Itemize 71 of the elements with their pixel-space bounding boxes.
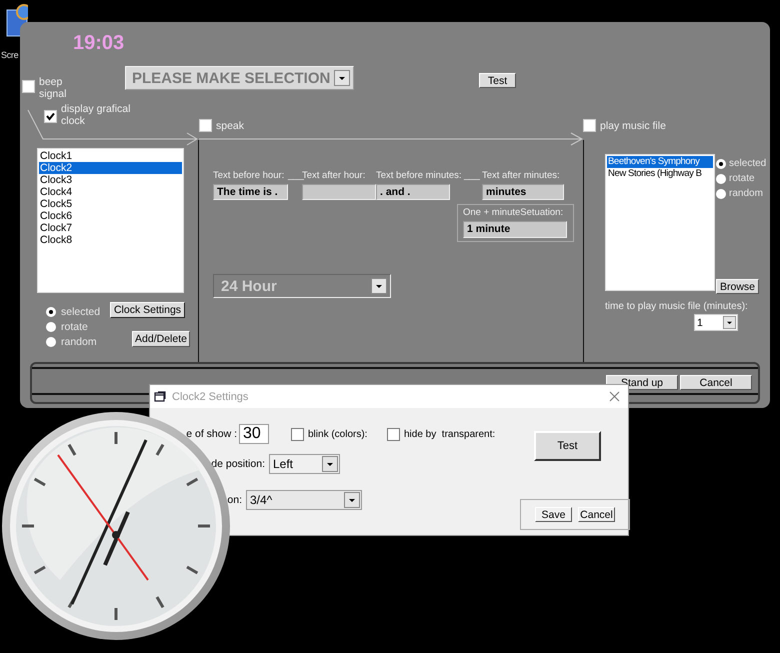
icon-label[interactable]: Scre	[1, 50, 18, 60]
checkbox-label: blink (colors):	[308, 428, 368, 440]
radio-label: random	[61, 336, 97, 348]
save-button[interactable]: Save	[535, 507, 572, 522]
group-label: One + minuteSetuation:	[463, 207, 564, 219]
radio-label: selected	[61, 306, 100, 318]
field-label: Text after minutes:	[482, 170, 561, 183]
checkbox[interactable]	[583, 119, 596, 132]
list-item[interactable]: Clock3	[39, 174, 182, 186]
radio-button[interactable]	[46, 336, 56, 346]
test-button[interactable]: Test	[479, 73, 516, 88]
list-item[interactable]: Clock5	[39, 198, 182, 210]
text-field[interactable]: 1 minute	[463, 221, 567, 238]
field-label: Text before hour:	[213, 170, 286, 183]
radio-button[interactable]	[46, 322, 56, 332]
field-label: de position:	[210, 458, 265, 470]
add-delete-button[interactable]: Add/Delete	[132, 331, 190, 347]
radio-label: selected	[729, 158, 766, 169]
list-item[interactable]: Clock7	[39, 222, 182, 234]
browse-button[interactable]: Browse	[716, 279, 759, 294]
test-button[interactable]: Test	[534, 431, 601, 461]
caret-icon[interactable]	[334, 70, 350, 86]
field-label: ___	[464, 170, 481, 183]
field-label: ___	[288, 170, 302, 183]
field-label: Text before minutes:	[376, 170, 463, 183]
radio-button[interactable]	[716, 158, 726, 168]
cancel-button[interactable]: Cancel	[578, 507, 615, 522]
caret-icon[interactable]	[371, 278, 387, 294]
caret-icon[interactable]	[723, 316, 736, 329]
radio-button[interactable]	[716, 174, 726, 184]
radio-label: rotate	[61, 320, 88, 332]
checkbox[interactable]	[22, 80, 35, 93]
field-label: time to play music file (minutes):	[605, 301, 749, 312]
text-field[interactable]: minutes	[482, 184, 564, 200]
field-label: Text after hour:	[302, 170, 366, 183]
dropdown[interactable]: 3/4^	[246, 490, 362, 510]
field-label: on:	[226, 494, 242, 506]
field-label: e of show :	[185, 428, 237, 440]
list-item[interactable]: Clock6	[39, 210, 182, 222]
checkbox[interactable]	[44, 110, 57, 123]
checkbox[interactable]	[387, 428, 400, 440]
list-item[interactable]: Clock1	[39, 150, 182, 162]
checkbox-label: play music file	[600, 120, 666, 132]
caret-icon[interactable]	[322, 456, 338, 472]
checkbox[interactable]	[291, 428, 304, 440]
radio-button[interactable]	[46, 306, 56, 316]
cancel-button[interactable]: Cancel	[680, 375, 752, 390]
window-icon	[154, 391, 166, 402]
caret-icon[interactable]	[344, 492, 360, 508]
text-field[interactable]	[302, 184, 376, 200]
list-item[interactable]: Clock8	[39, 234, 182, 246]
dropdown[interactable]: 1	[694, 314, 738, 331]
radio-label: rotate	[729, 173, 755, 184]
checkbox-label: hide by transparent:	[404, 428, 496, 440]
list-item[interactable]: Clock2	[39, 162, 182, 174]
clock-settings-button[interactable]: Clock Settings	[110, 302, 185, 318]
radio-button[interactable]	[716, 188, 726, 198]
text-field[interactable]: . and .	[376, 184, 450, 200]
input-field[interactable]: 30	[239, 424, 269, 444]
checkbox[interactable]	[199, 119, 212, 132]
window-title: Clock2 Settings	[172, 390, 248, 402]
text-field[interactable]: The time is .	[213, 184, 288, 200]
list-item[interactable]: Clock4	[39, 186, 182, 198]
clock-time: 19:03	[73, 32, 124, 54]
checkbox-label: speak	[216, 120, 244, 132]
dropdown[interactable]: Left	[269, 454, 340, 474]
close-icon[interactable]	[609, 391, 620, 402]
list-item[interactable]: New Stories (Highway B	[607, 168, 713, 180]
checkbox-label: display grafical clock	[61, 103, 132, 127]
list-item[interactable]: Beethoven's Symphony	[607, 156, 713, 168]
radio-label: random	[729, 188, 763, 199]
